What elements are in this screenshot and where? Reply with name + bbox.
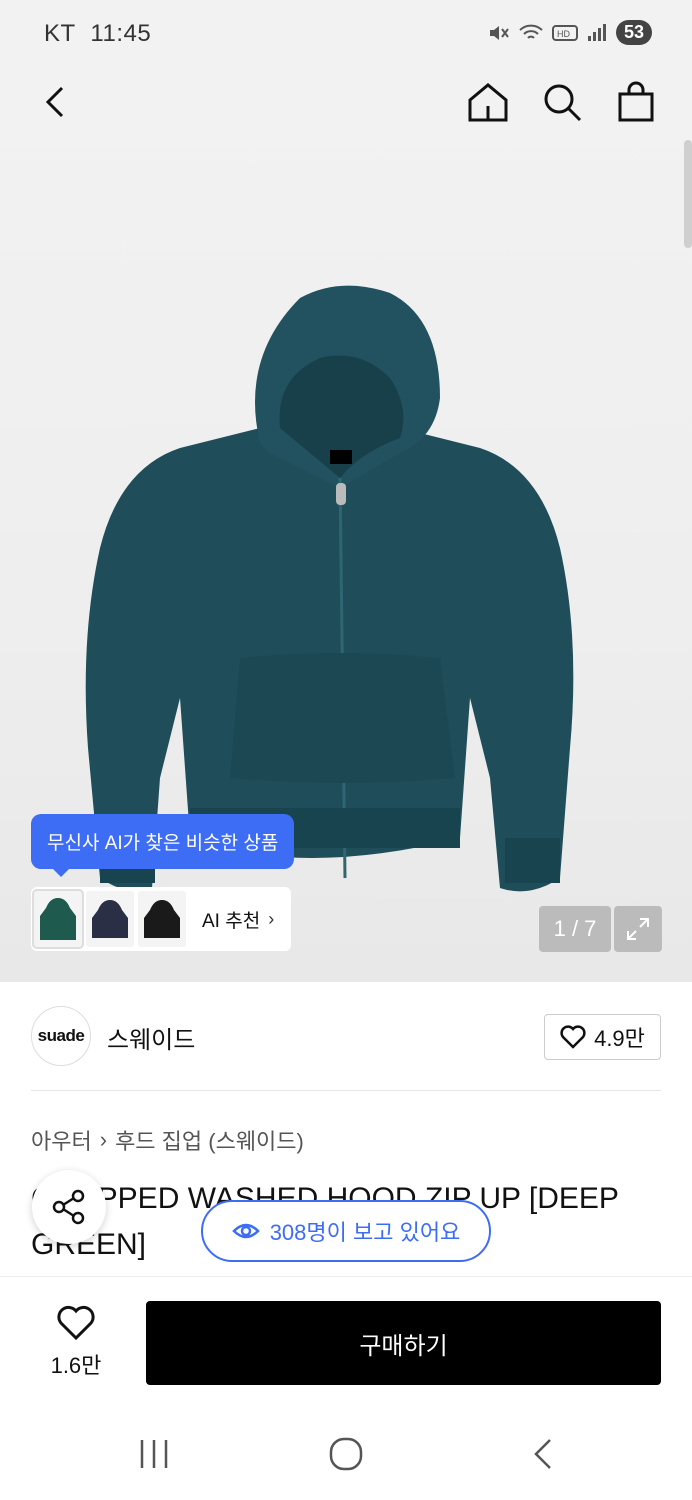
chevron-left-icon (45, 86, 64, 118)
buy-button[interactable]: 구매하기 (146, 1301, 661, 1385)
ai-recommend-strip[interactable]: AI 추천 › (31, 887, 291, 951)
home-button[interactable] (466, 80, 510, 124)
ai-recommend-label[interactable]: AI 추천 (202, 906, 260, 933)
home-circle-icon (329, 1437, 363, 1471)
chevron-right-icon: › (268, 908, 275, 929)
brand-row: suade 스웨이드 4.9만 (31, 1006, 661, 1068)
breadcrumb-subcategory[interactable]: 후드 집업 (스웨이드) (115, 1124, 304, 1156)
search-icon (544, 84, 582, 122)
viewers-badge: 308명이 보고 있어요 (201, 1200, 491, 1262)
signal-icon (587, 23, 606, 41)
bag-icon (618, 81, 654, 122)
carrier-label: KT (44, 20, 76, 47)
recents-icon (140, 1440, 168, 1468)
search-button[interactable] (540, 80, 584, 124)
status-carrier-time: KT 11:45 (44, 20, 151, 48)
brand-like-count: 4.9만 (594, 1026, 645, 1051)
share-icon (52, 1189, 85, 1225)
system-navbar (0, 1400, 692, 1500)
brand-like-button[interactable]: 4.9만 (544, 1014, 661, 1060)
brand-logo[interactable]: suade (31, 1006, 91, 1066)
svg-text:HD: HD (557, 29, 570, 39)
wifi-icon (519, 24, 543, 39)
status-icons: HD 53 (488, 20, 652, 45)
top-actions (466, 80, 658, 124)
back-button[interactable] (36, 82, 76, 122)
breadcrumb: 아우터 › 후드 집업 (스웨이드) (31, 1124, 304, 1156)
hd-icon: HD (551, 24, 578, 41)
expand-button[interactable] (614, 906, 662, 952)
time-label: 11:45 (90, 20, 152, 47)
recents-button[interactable] (136, 1436, 176, 1472)
brand-name[interactable]: 스웨이드 (107, 1020, 195, 1055)
product-like-button[interactable]: 1.6만 (40, 1305, 112, 1380)
expand-icon (627, 918, 649, 940)
breadcrumb-separator: › (99, 1127, 108, 1152)
home-nav-button[interactable] (328, 1436, 368, 1472)
breadcrumb-category[interactable]: 아우터 (31, 1124, 92, 1156)
similar-product-thumb[interactable] (32, 889, 84, 949)
share-button[interactable] (32, 1170, 106, 1244)
divider (31, 1090, 661, 1091)
battery-indicator: 53 (615, 20, 652, 45)
hoodie-thumb-black (144, 900, 180, 938)
bottom-action-bar: 1.6만 구매하기 (0, 1276, 692, 1400)
back-nav-icon (534, 1439, 551, 1469)
cart-button[interactable] (614, 80, 658, 124)
heart-icon (560, 1025, 586, 1049)
hoodie-thumb-green (40, 898, 76, 940)
eye-icon (231, 1223, 260, 1239)
hoodie-thumb-navy (92, 900, 128, 938)
viewers-text: 308명이 보고 있어요 (269, 1220, 461, 1245)
similar-product-thumb[interactable] (138, 891, 186, 947)
image-counter: 1 / 7 (539, 906, 611, 952)
product-like-count: 1.6만 (50, 1353, 102, 1378)
scrollbar[interactable] (684, 140, 692, 248)
home-icon (468, 83, 508, 122)
ai-tooltip: 무신사 AI가 찾은 비슷한 상품 (31, 814, 295, 877)
heart-icon (57, 1305, 95, 1341)
similar-product-thumb[interactable] (86, 891, 134, 947)
status-bar: KT 11:45 HD 53 (0, 0, 692, 68)
mute-icon (489, 25, 509, 40)
back-nav-button[interactable] (526, 1436, 566, 1472)
